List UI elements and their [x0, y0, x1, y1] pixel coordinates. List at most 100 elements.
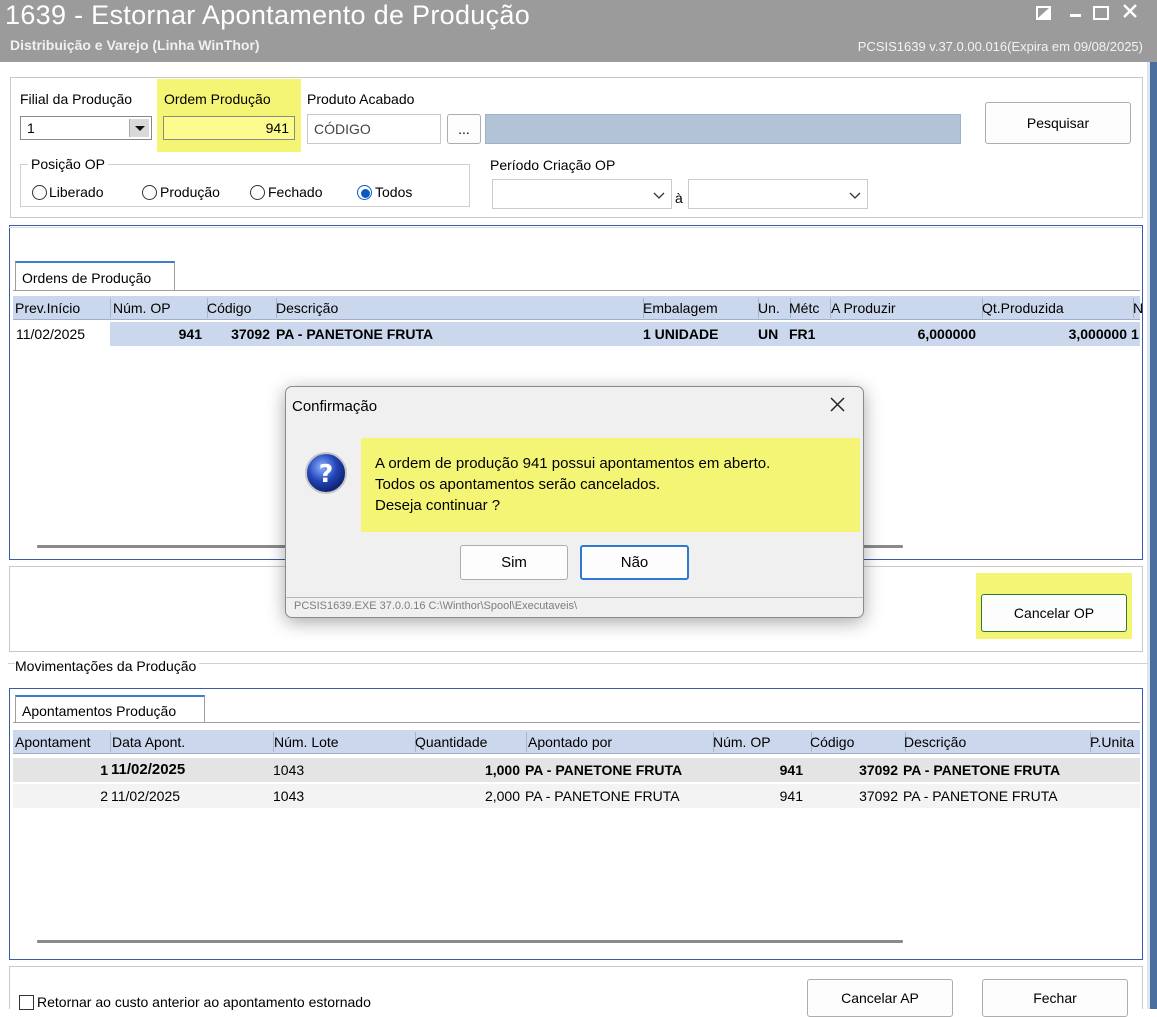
produto-description-field: [485, 114, 961, 144]
window-subtitle: Distribuição e Varejo (Linha WinThor): [10, 37, 260, 53]
table-row[interactable]: 1 11/02/2025 1043 1,000 PA - PANETONE FR…: [13, 758, 1140, 782]
col-descricao[interactable]: Descrição: [901, 732, 1091, 752]
minimize-icon[interactable]: [1068, 0, 1084, 20]
cell-codigo: 37092: [859, 788, 898, 804]
movimentacoes-label: Movimentações da Produção: [15, 658, 200, 674]
message-line-3: Deseja continuar ?: [375, 497, 501, 514]
close-button[interactable]: Fechar: [982, 979, 1128, 1017]
tab-ordens-label: Ordens de Produção: [22, 270, 152, 286]
retornar-custo-label: Retornar ao custo anterior ao apontament…: [37, 994, 371, 1010]
col-num-op[interactable]: Núm. OP: [708, 732, 812, 752]
message-line-2: Todos os apontamentos serão cancelados.: [375, 476, 661, 493]
col-qt-produzida[interactable]: Qt.Produzida: [979, 298, 1134, 318]
confirm-dialog: Confirmação ? A ordem de produção 941 po…: [285, 386, 864, 618]
radio-todos[interactable]: [357, 185, 372, 200]
cell-un: UN: [758, 326, 779, 342]
cancel-ap-button[interactable]: Cancelar AP: [807, 979, 953, 1017]
table-row[interactable]: 2 11/02/2025 1043 2,000 PA - PANETONE FR…: [13, 784, 1140, 808]
dialog-close-icon[interactable]: [828, 395, 848, 415]
cell-qt-produzida: 3,000000: [1068, 326, 1127, 342]
chevron-down-icon: [849, 188, 861, 199]
cell-num-lote: 1043: [273, 788, 305, 804]
dialog-status: PCSIS1639.EXE 37.0.0.16 C:\Winthor\Spool…: [294, 600, 578, 612]
col-p-unitario[interactable]: P.Unita: [1087, 732, 1143, 752]
dialog-status-divider: [286, 597, 863, 598]
cell-next: 1: [1131, 326, 1139, 342]
horizontal-scrollbar[interactable]: [37, 940, 903, 943]
tab-apontamentos-producao[interactable]: Apontamentos Produção: [15, 695, 205, 723]
cell-apontado-por: PA - PANETONE FRUTA: [525, 762, 683, 778]
message-box: A ordem de produção 941 possui apontamen…: [361, 438, 860, 532]
cell-descricao: PA - PANETONE FRUTA: [903, 788, 1058, 804]
col-codigo[interactable]: Código: [204, 298, 277, 318]
cell-metodo: FR1: [789, 326, 816, 342]
col-embalagem[interactable]: Embalagem: [640, 298, 759, 318]
tab-ordens-producao[interactable]: Ordens de Produção: [15, 261, 175, 291]
ordens-header: Prev.Início Núm. OP Código Descrição Emb…: [13, 296, 1143, 320]
cell-num-op: 941: [779, 788, 803, 804]
radio-producao[interactable]: [142, 185, 157, 200]
periodo-separator: à: [675, 190, 683, 206]
search-button[interactable]: Pesquisar: [985, 102, 1131, 144]
col-apontado-por[interactable]: Apontado por: [523, 732, 714, 752]
chevron-down-icon: [653, 188, 665, 199]
posicao-label: Posição OP: [28, 156, 108, 172]
col-apontamento[interactable]: Apontament: [15, 732, 111, 752]
cell-prev-inicio: 11/02/2025: [16, 326, 86, 342]
cell-descricao: PA - PANETONE FRUTA: [903, 762, 1061, 778]
divider: [9, 227, 1142, 228]
col-metodo[interactable]: Métc: [787, 298, 831, 318]
ordem-value: 941: [265, 120, 289, 136]
message-text: A ordem de produção 941 possui apontamen…: [375, 453, 770, 516]
cell-quantidade: 2,000: [484, 788, 520, 804]
col-descricao[interactable]: Descrição: [273, 298, 644, 318]
maximize-icon[interactable]: [1093, 4, 1109, 20]
cell-data-apont: 11/02/2025: [111, 788, 181, 804]
no-button[interactable]: Não: [580, 545, 689, 580]
col-prev-inicio[interactable]: Prev.Início: [15, 298, 111, 318]
dialog-title: Confirmação: [292, 398, 378, 415]
col-a-produzir[interactable]: A Produzir: [828, 298, 983, 318]
close-icon[interactable]: [1122, 3, 1138, 19]
periodo-label: Período Criação OP: [490, 157, 616, 173]
version-label: PCSIS1639 v.37.0.00.016(Expira em 09/08/…: [857, 39, 1143, 54]
radio-liberado[interactable]: [32, 185, 47, 200]
yes-button[interactable]: Sim: [460, 545, 568, 580]
retornar-custo-checkbox[interactable]: [19, 995, 34, 1010]
periodo-start-select[interactable]: [492, 179, 672, 209]
radio-fechado[interactable]: [250, 185, 265, 200]
produto-placeholder: CÓDIGO: [314, 121, 371, 137]
cell-num-op: 941: [779, 762, 803, 778]
cancel-op-button[interactable]: Cancelar OP: [981, 594, 1127, 632]
col-num-op[interactable]: Núm. OP: [110, 298, 208, 318]
table-row[interactable]: 11/02/2025 941 37092 PA - PANETONE FRUTA…: [13, 322, 1140, 346]
col-codigo[interactable]: Código: [806, 732, 906, 752]
cell-num-op: 941: [178, 326, 202, 342]
message-line-1: A ordem de produção 941 possui apontamen…: [375, 455, 771, 472]
apontamentos-panel: [9, 688, 1143, 960]
ellipsis-button[interactable]: ...: [447, 114, 481, 144]
cell-num-lote: 1043: [273, 762, 305, 778]
col-quantidade[interactable]: Quantidade: [412, 732, 527, 752]
col-un[interactable]: Un.: [755, 298, 791, 318]
filial-select[interactable]: 1: [20, 116, 152, 140]
tab-baseline: [13, 290, 1140, 291]
col-data-apont[interactable]: Data Apont.: [110, 732, 274, 752]
radio-producao-label: Produção: [160, 184, 220, 200]
periodo-end-select[interactable]: [688, 179, 868, 209]
filial-value: 1: [27, 120, 35, 136]
chevron-down-icon[interactable]: [129, 119, 149, 137]
col-num-lote[interactable]: Núm. Lote: [271, 732, 416, 752]
ordem-label: Ordem Produção: [164, 91, 271, 107]
col-next[interactable]: N: [1130, 298, 1143, 318]
cell-apontamento: 1: [100, 762, 108, 778]
window-edge-blue: [1150, 62, 1157, 1009]
ordem-input[interactable]: 941: [163, 116, 295, 140]
apontamentos-header: Apontament Data Apont. Núm. Lote Quantid…: [13, 730, 1140, 754]
produto-code-input[interactable]: CÓDIGO: [307, 114, 441, 144]
restore-icon[interactable]: [1036, 4, 1052, 20]
radio-fechado-label: Fechado: [268, 184, 323, 200]
cell-quantidade: 1,000: [484, 762, 520, 778]
produto-label: Produto Acabado: [307, 91, 415, 107]
window-title: 1639 - Estornar Apontamento de Produção: [5, 0, 531, 30]
